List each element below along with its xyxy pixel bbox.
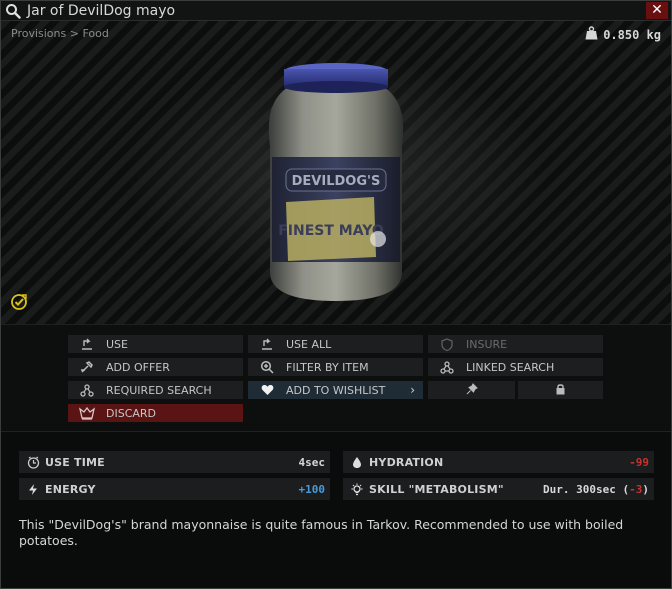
linked-nodes-icon: [428, 358, 466, 376]
drop-icon: [345, 456, 369, 469]
stat-use-time-value: 4sec: [298, 455, 326, 469]
add-to-wishlist-button[interactable]: ADD TO WISHLIST ›: [248, 381, 423, 399]
stat-hydration-label: HYDRATION: [369, 455, 444, 469]
clock-icon: [21, 456, 45, 469]
insure-button[interactable]: INSURE: [428, 335, 603, 353]
stat-hydration-value: -99: [629, 455, 649, 469]
jar-label-text: FINEST MAYO: [278, 223, 384, 239]
title-bar[interactable]: Jar of DevilDog mayo ✕: [1, 1, 671, 21]
stat-skill-value-prefix: Dur. 300sec (: [543, 482, 630, 496]
insure-label: INSURE: [466, 337, 508, 351]
stat-energy: ENERGY +100: [19, 478, 330, 500]
stat-skill-label: SKILL "METABOLISM": [369, 482, 504, 496]
item-stats-panel: USE TIME 4sec HYDRATION -99 ENERGY +100 …: [1, 431, 671, 588]
use-all-icon: [248, 335, 286, 353]
breadcrumb-item-food[interactable]: Food: [82, 27, 108, 40]
close-button[interactable]: ✕: [646, 2, 668, 19]
window-title: Jar of DevilDog mayo: [27, 2, 176, 19]
weight-display: 0.850 kg: [585, 26, 661, 43]
chevron-right-icon: ›: [410, 383, 415, 397]
breadcrumb: Provisions > Food: [11, 27, 109, 40]
use-button[interactable]: USE: [68, 335, 243, 353]
pin-button[interactable]: [428, 381, 515, 399]
item-preview: Provisions > Food 0.850 kg DEVILDOG'S FI…: [1, 21, 671, 324]
linked-search-button[interactable]: LINKED SEARCH: [428, 358, 603, 376]
weight-icon: [585, 26, 598, 43]
hammer-icon: [68, 358, 106, 376]
stat-skill-metabolism: SKILL "METABOLISM" Dur. 300sec (-3): [343, 478, 654, 500]
lightning-icon: [21, 483, 45, 496]
filter-by-item-button[interactable]: FILTER BY ITEM: [248, 358, 423, 376]
linked-search-label: LINKED SEARCH: [466, 360, 555, 374]
breadcrumb-item-provisions[interactable]: Provisions: [11, 27, 66, 40]
filter-by-item-label: FILTER BY ITEM: [286, 360, 369, 374]
actions-panel: USE USE ALL INSURE ADD OFFER FILTER BY I…: [1, 324, 671, 431]
stat-skill-value: Dur. 300sec (-3): [543, 483, 649, 496]
discard-button[interactable]: DISCARD: [68, 404, 243, 422]
stat-skill-value-accent: -3: [629, 482, 643, 496]
pin-icon: [466, 382, 478, 398]
add-to-wishlist-label: ADD TO WISHLIST: [286, 383, 386, 397]
search-icon: [3, 1, 23, 21]
required-search-button[interactable]: REQUIRED SEARCH: [68, 381, 243, 399]
use-label: USE: [106, 337, 128, 351]
use-all-label: USE ALL: [286, 337, 332, 351]
trash-icon: [68, 404, 106, 422]
use-icon: [68, 335, 106, 353]
breadcrumb-separator: >: [69, 27, 79, 40]
jar-brand-text: DEVILDOG'S: [292, 174, 381, 189]
stat-energy-value: +100: [298, 482, 326, 496]
lock-button[interactable]: [518, 381, 603, 399]
add-offer-label: ADD OFFER: [106, 360, 170, 374]
weight-value: 0.850 kg: [603, 27, 661, 42]
lightbulb-icon: [345, 483, 369, 496]
required-search-label: REQUIRED SEARCH: [106, 383, 212, 397]
add-offer-button[interactable]: ADD OFFER: [68, 358, 243, 376]
stat-use-time: USE TIME 4sec: [19, 451, 330, 473]
heart-icon: [248, 381, 286, 399]
item-inspect-window: Jar of DevilDog mayo ✕ Provisions > Food…: [0, 0, 672, 589]
required-nodes-icon: [68, 381, 106, 399]
stat-use-time-label: USE TIME: [45, 455, 105, 469]
item-description: This "DevilDog's" brand mayonnaise is qu…: [19, 517, 624, 548]
lock-icon: [555, 383, 566, 398]
magnifier-plus-icon: [248, 358, 286, 376]
mayo-jar-image: DEVILDOG'S FINEST MAYO: [268, 63, 404, 301]
stat-energy-label: ENERGY: [45, 482, 96, 496]
shield-icon: [428, 335, 466, 353]
checkmark-badge-icon: [11, 294, 27, 310]
stat-skill-value-suffix: ): [642, 482, 649, 496]
use-all-button[interactable]: USE ALL: [248, 335, 423, 353]
discard-label: DISCARD: [106, 406, 157, 420]
stat-hydration: HYDRATION -99: [343, 451, 654, 473]
